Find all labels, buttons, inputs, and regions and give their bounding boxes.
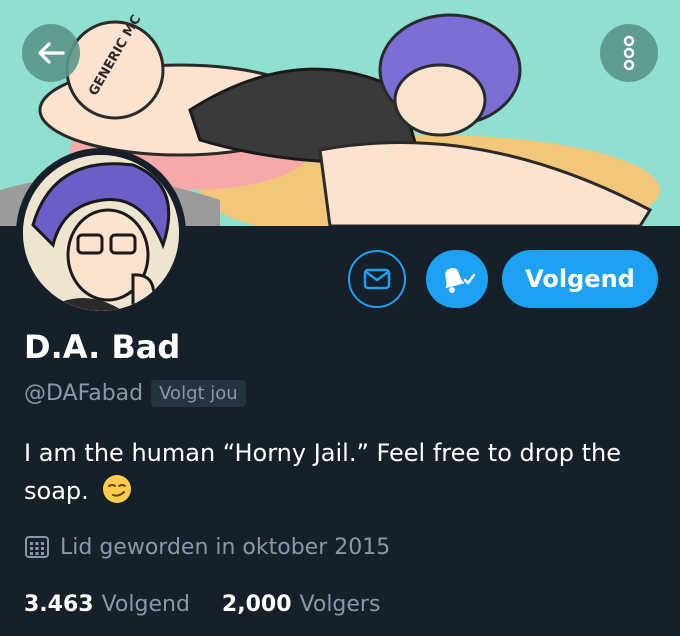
joined-date: Lid geworden in oktober 2015 xyxy=(60,534,391,560)
username: @DAFabad xyxy=(24,381,144,406)
back-button[interactable] xyxy=(22,24,80,82)
follow-stats: 3.463 Volgend 2,000 Volgers xyxy=(24,592,380,617)
following-label: Volgend xyxy=(101,592,190,617)
envelope-icon xyxy=(363,268,391,290)
following-link[interactable]: 3.463 Volgend xyxy=(24,592,190,617)
following-button[interactable]: Volgend xyxy=(502,250,658,308)
more-vertical-icon xyxy=(623,35,635,71)
follows-you-badge: Volgt jou xyxy=(151,380,246,407)
bell-check-icon xyxy=(445,268,476,293)
handle-row: @DAFabad Volgt jou xyxy=(24,380,246,407)
following-count: 3.463 xyxy=(24,592,94,617)
arrow-left-icon xyxy=(38,42,65,64)
avatar[interactable] xyxy=(16,148,186,318)
display-name: D.A. Bad xyxy=(24,328,181,366)
calendar-icon xyxy=(25,536,49,558)
bio: I am the human “Horny Jail.” Feel free t… xyxy=(24,434,664,510)
message-button[interactable] xyxy=(348,250,406,308)
followers-label: Volgers xyxy=(299,592,381,617)
more-options-button[interactable] xyxy=(600,24,658,82)
followers-count: 2,000 xyxy=(221,592,292,617)
joined-date-row: Lid geworden in oktober 2015 xyxy=(24,534,390,560)
notifications-button[interactable] xyxy=(426,250,488,308)
followers-link[interactable]: 2,000 Volgers xyxy=(222,592,381,617)
avatar-image xyxy=(23,155,179,311)
smirk-emoji-icon xyxy=(103,475,132,503)
